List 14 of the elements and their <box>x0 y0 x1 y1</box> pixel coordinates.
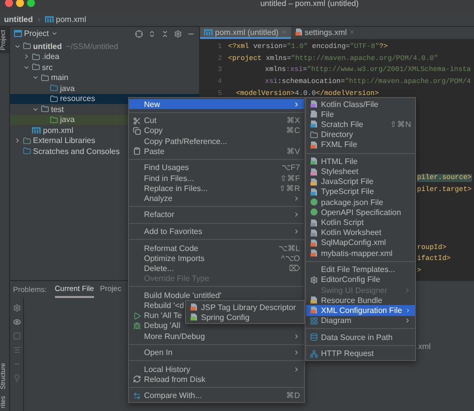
shortcut-label: ⌘C <box>286 126 300 136</box>
shortcut-label: ⌦ <box>289 264 300 273</box>
shortcut-label: ⌘D <box>286 391 300 400</box>
shortcut-label: ⌘V <box>286 146 300 156</box>
file-name: .xml <box>416 342 431 352</box>
shortcut-label: ⌥F7 <box>282 163 300 172</box>
shortcut-label: ⇧⌘F <box>280 174 300 182</box>
shortcut-label: ⇧⌘N <box>390 120 411 129</box>
shortcut-label: ^⌥O <box>281 254 300 263</box>
path-hint: ~/SSM/untitled <box>66 42 118 51</box>
shortcut-label: ⌘X <box>286 116 300 126</box>
window-title: untitled – pom.xml (untitled) <box>259 0 360 8</box>
shortcut-label: ⇧⌘R <box>279 184 300 193</box>
shortcut-label: ⌥⌘L <box>278 244 300 253</box>
